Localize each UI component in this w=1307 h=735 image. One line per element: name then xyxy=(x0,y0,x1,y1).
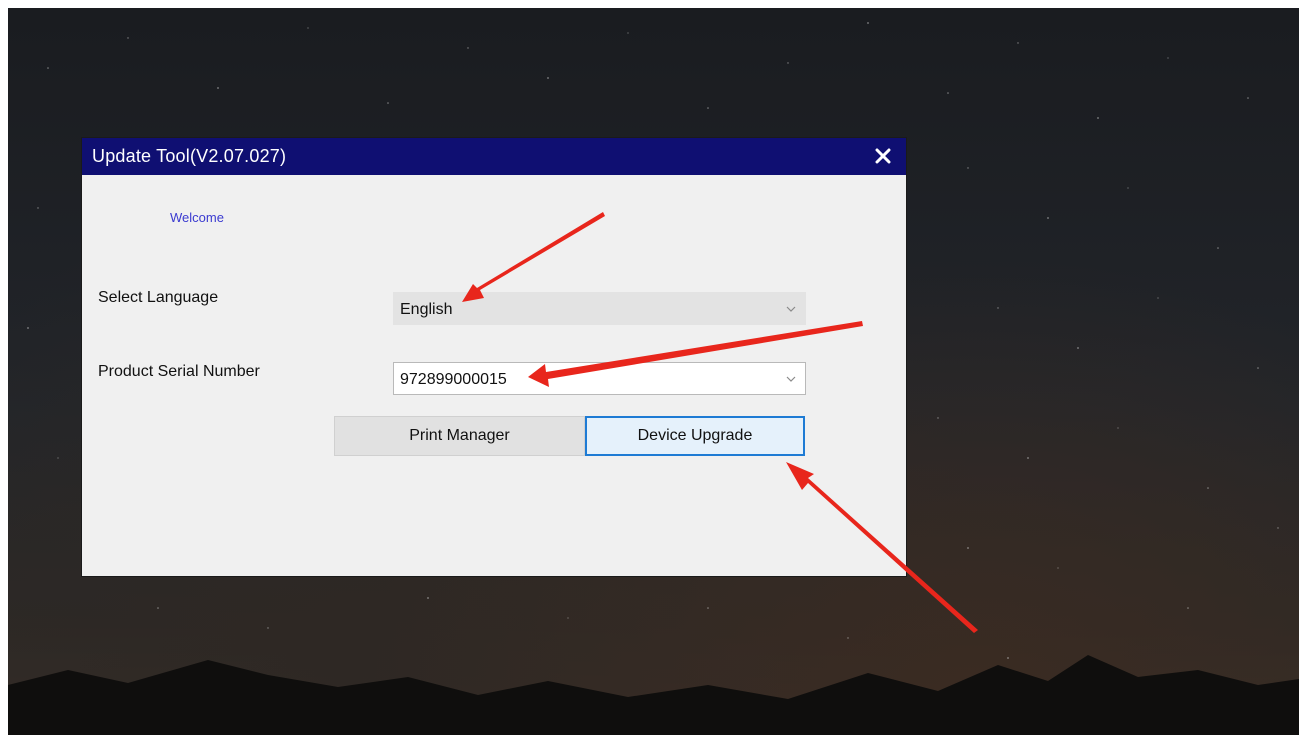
select-language-label: Select Language xyxy=(98,289,219,306)
language-dropdown[interactable]: English xyxy=(393,292,806,325)
close-button[interactable] xyxy=(866,139,900,173)
device-upgrade-button[interactable]: Device Upgrade xyxy=(585,416,805,456)
serial-number-combobox[interactable]: 972899000015 xyxy=(393,362,806,395)
update-tool-window: Update Tool(V2.07.027) Welcome Select La… xyxy=(82,138,906,576)
language-selected-value: English xyxy=(400,301,453,318)
print-manager-button[interactable]: Print Manager xyxy=(334,416,585,456)
window-title: Update Tool(V2.07.027) xyxy=(92,146,287,166)
serial-number-value: 972899000015 xyxy=(400,371,507,388)
title-bar[interactable]: Update Tool(V2.07.027) xyxy=(82,138,906,175)
chevron-down-icon xyxy=(786,306,796,312)
chevron-down-icon xyxy=(786,376,796,382)
mountain-silhouette xyxy=(8,655,1299,735)
product-serial-label: Product Serial Number xyxy=(98,363,260,380)
close-icon xyxy=(875,148,891,164)
welcome-text: Welcome xyxy=(170,210,224,225)
